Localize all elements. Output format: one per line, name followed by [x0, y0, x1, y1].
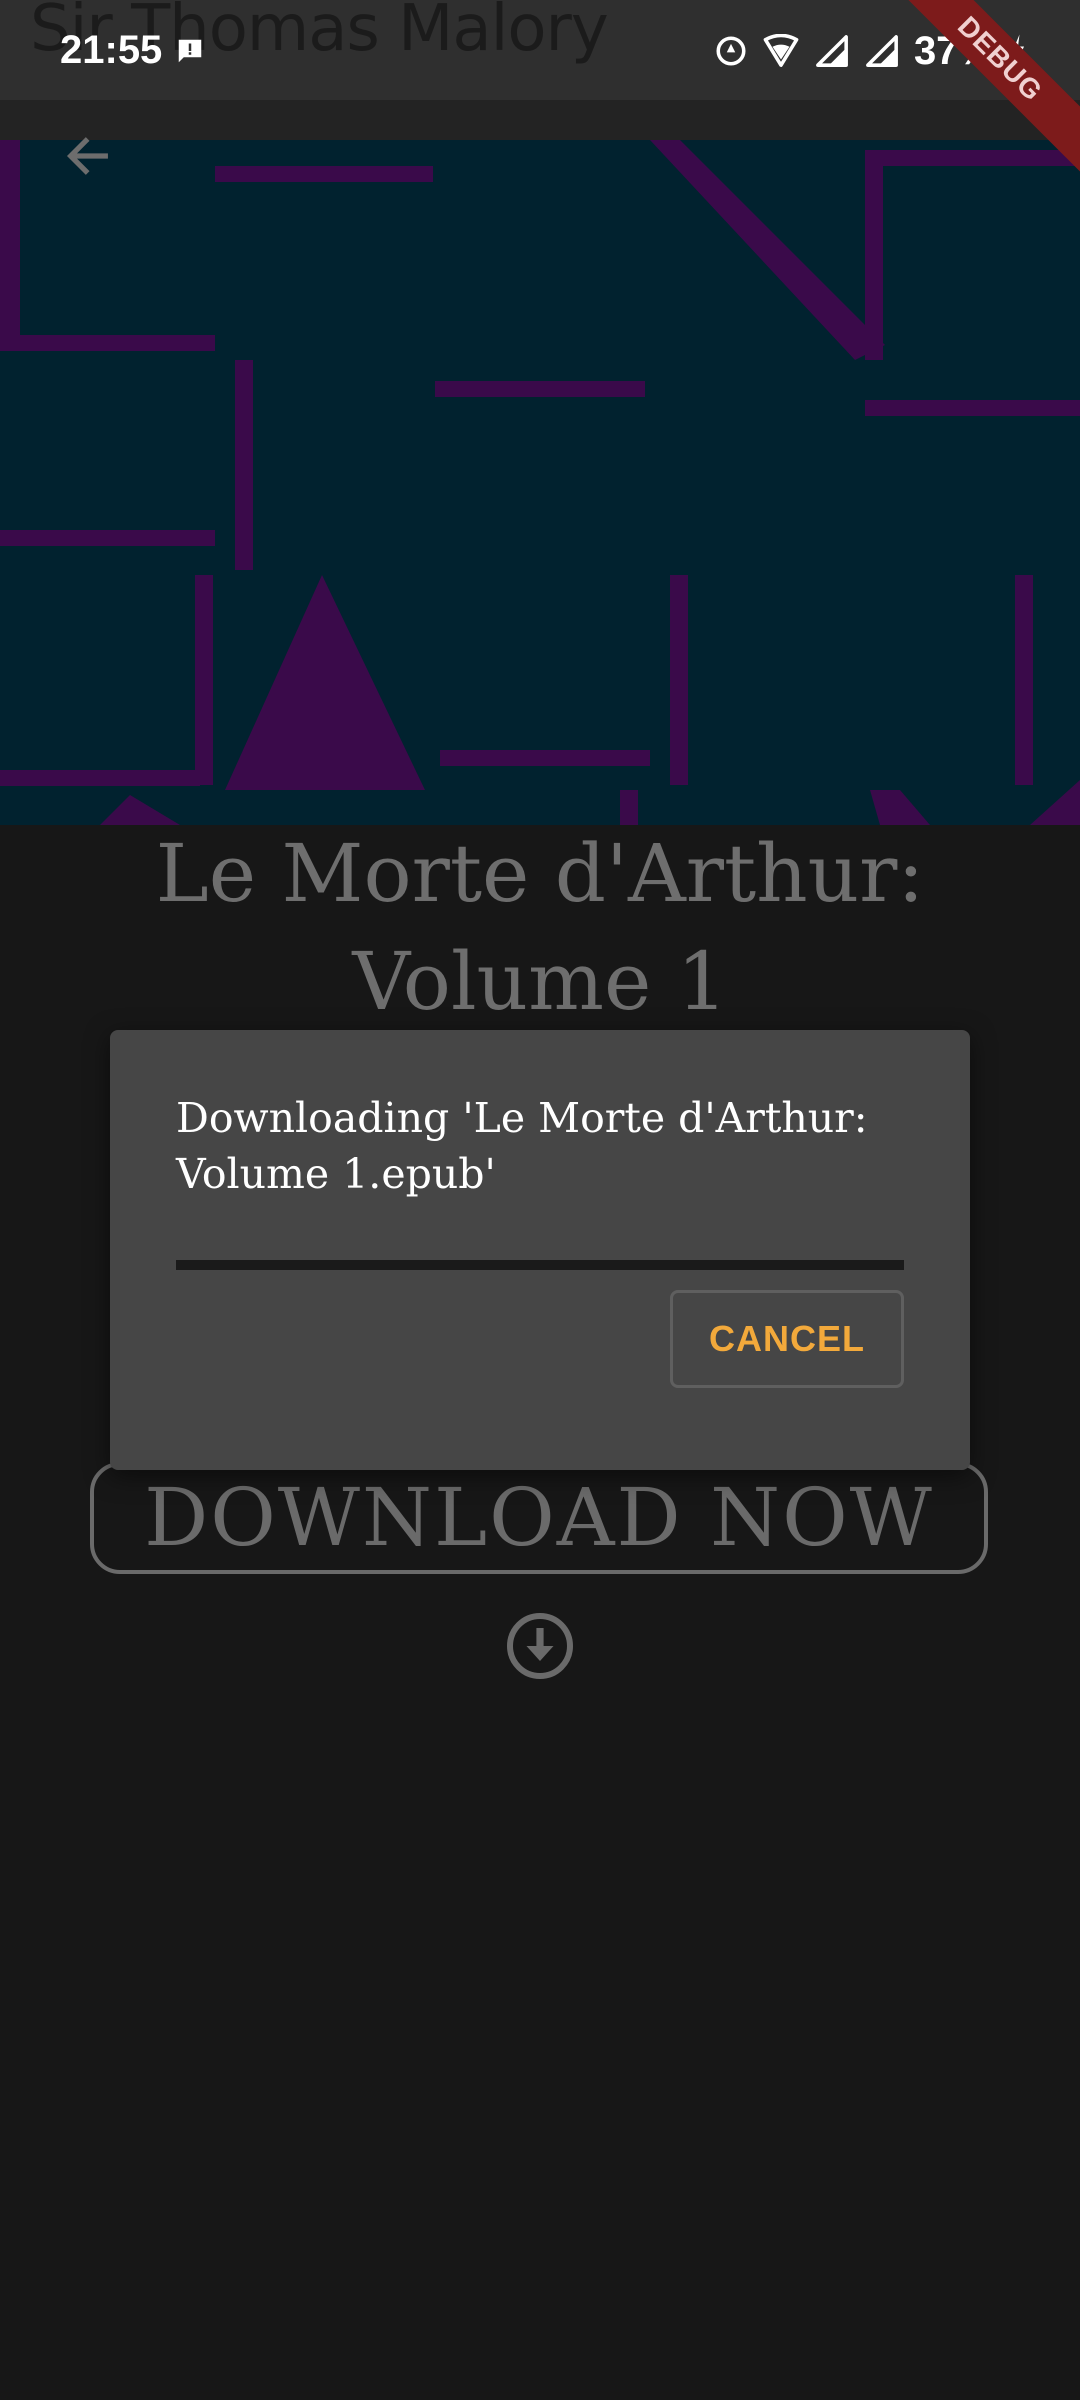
cancel-button[interactable]: CANCEL [670, 1290, 904, 1388]
download-now-button[interactable]: DOWNLOAD NOW [90, 1462, 988, 1574]
dialog-message: Downloading 'Le Morte d'Arthur: Volume 1… [176, 1094, 868, 1198]
status-time: 21:55 [60, 28, 163, 72]
app-bar [0, 100, 1080, 140]
download-circle-icon[interactable] [504, 1610, 576, 1682]
status-bar: Sir Thomas Malory 21:55 37% [0, 0, 1080, 100]
arrow-back-icon [66, 137, 108, 175]
book-cover [0, 140, 1080, 825]
download-progress-bar [176, 1260, 904, 1270]
data-saver-icon [716, 36, 746, 66]
book-title: Le Morte d'Arthur: Volume 1 [155, 827, 925, 1028]
message-icon [178, 39, 202, 63]
cover-pattern [0, 140, 1080, 825]
back-button[interactable] [50, 118, 126, 194]
download-dialog: Downloading 'Le Morte d'Arthur: Volume 1… [110, 1030, 970, 1470]
wifi-icon [763, 34, 799, 67]
signal-icon [866, 35, 898, 67]
signal-icon [816, 35, 848, 67]
